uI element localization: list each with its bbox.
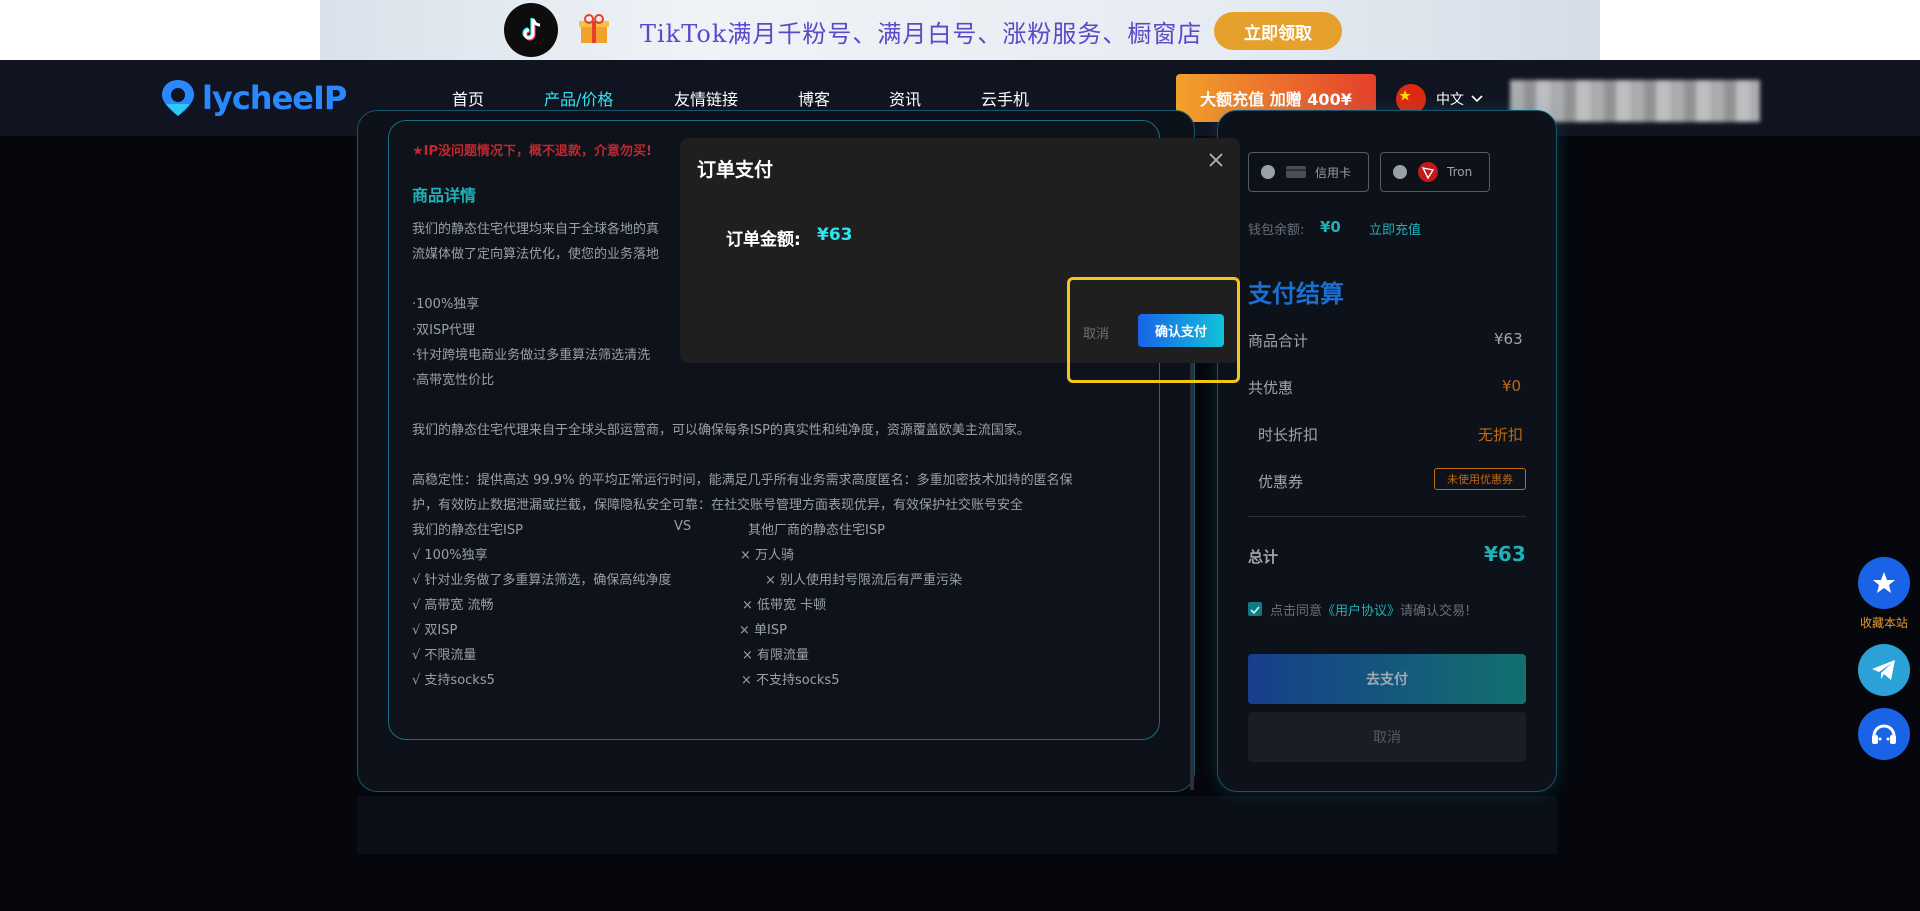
agree-suffix: 请确认交易! [1400, 604, 1471, 619]
total-label: 总计 [1248, 548, 1279, 566]
description-paragraph: 护，有效防止数据泄漏或拦截，保障隐私安全可靠：在社交账号管理方面表现优异，有效保… [412, 498, 1024, 513]
user-agreement-link[interactable]: 《用户协议》 [1322, 604, 1400, 619]
order-amount-label: 订单金额: [726, 230, 801, 250]
language-label: 中文 [1436, 92, 1464, 108]
pay-method-label: 信用卡 [1315, 165, 1352, 180]
pay-method-tron[interactable]: Tron [1380, 152, 1490, 192]
compare-right-item: × 不支持socks5 [741, 673, 840, 688]
compare-right-item: × 低带宽 卡顿 [742, 598, 827, 613]
compare-left-item: √ 支持socks5 [412, 673, 495, 688]
compare-left-item: √ 100%独享 [412, 548, 488, 563]
subtotal-label: 商品合计 [1248, 332, 1309, 350]
feature-item: ·双ISP代理 [412, 323, 476, 338]
top-banner[interactable]: TikTok满月千粉号、满月白号、涨粉服务、橱窗店 立即领取 [0, 0, 1920, 60]
compare-right-item: × 万人骑 [740, 548, 795, 563]
intro-line-1: 我们的静态住宅代理均来自于全球各地的真 [412, 222, 660, 237]
coupon-select-button[interactable]: 未使用优惠券 [1434, 468, 1526, 490]
compare-right-item: × 别人使用封号限流后有严重污染 [765, 573, 963, 588]
compare-left-item: √ 不限流量 [412, 648, 477, 663]
tiktok-icon [504, 3, 558, 57]
pay-method-label: Tron [1447, 165, 1473, 179]
description-paragraph: 我们的静态住宅代理来自于全球头部运营商，可以确保每条ISP的真实性和纯净度，资源… [412, 423, 1030, 438]
pay-method-credit-card[interactable]: 信用卡 [1248, 152, 1369, 192]
duration-discount-value: 无折扣 [1478, 426, 1524, 444]
compare-left-header: 我们的静态住宅ISP [412, 523, 523, 538]
total-value: ¥63 [1484, 542, 1526, 566]
wallet-label: 钱包余额: [1248, 223, 1305, 238]
claim-button[interactable]: 立即领取 [1214, 12, 1342, 50]
banner-text: TikTok满月千粉号、满月白号、涨粉服务、橱窗店 [640, 20, 1203, 48]
section-title-details: 商品详情 [412, 186, 477, 205]
compare-right-item: × 单ISP [739, 623, 787, 638]
customer-service-button[interactable] [1858, 708, 1910, 760]
compare-right-header: 其他厂商的静态住宅ISP [748, 523, 885, 538]
coupon-label: 优惠券 [1258, 473, 1304, 491]
telegram-icon [1872, 660, 1895, 680]
compare-left-item: √ 双ISP [412, 623, 458, 638]
nav-item-products[interactable]: 产品/价格 [544, 86, 613, 110]
nav-item-cloud-phone[interactable]: 云手机 [981, 86, 1029, 110]
intro-line-2: 流媒体做了定向算法优化，使您的业务落地 [412, 247, 660, 262]
logo-icon [162, 80, 194, 116]
agree-prefix: 点击同意 [1270, 604, 1323, 619]
refund-warning: ★IP没问题情况下，概不退款，介意勿买! [412, 144, 652, 159]
modal-title: 订单支付 [697, 159, 774, 181]
radio-icon [1393, 165, 1407, 179]
discount-value: ¥0 [1502, 377, 1522, 395]
site-logo[interactable]: lycheeIP [160, 78, 347, 118]
feature-item: ·100%独享 [412, 297, 480, 312]
description-paragraph: 高稳定性：提供高达 99.9% 的平均正常运行时间，能满足几乎所有业务需求高度匿… [412, 473, 1073, 488]
radio-icon [1261, 165, 1275, 179]
cancel-order-button[interactable]: 取消 [1248, 712, 1526, 762]
nav-item-blog[interactable]: 博客 [798, 86, 830, 110]
telegram-button[interactable] [1858, 644, 1910, 696]
payment-summary-title: 支付结算 [1248, 280, 1344, 308]
bookmark-button[interactable] [1858, 557, 1910, 609]
feature-item: ·高带宽性价比 [412, 373, 495, 388]
footer-strip [357, 796, 1557, 854]
tron-icon [1418, 162, 1438, 182]
credit-card-icon [1286, 166, 1306, 178]
compare-right-item: × 有限流量 [742, 648, 810, 663]
gift-icon [578, 14, 610, 44]
divider [1248, 516, 1526, 517]
go-pay-button[interactable]: 去支付 [1248, 654, 1526, 704]
agreement-text: 点击同意《用户协议》请确认交易! [1270, 600, 1470, 619]
compare-left-item: √ 高带宽 流畅 [412, 598, 494, 613]
headset-icon [1872, 724, 1896, 744]
checkmark-icon [1250, 606, 1260, 615]
logo-text: lycheeIP [202, 79, 347, 117]
nav-item-home[interactable]: 首页 [452, 86, 484, 110]
subtotal-value: ¥63 [1494, 330, 1523, 348]
recharge-link[interactable]: 立即充值 [1369, 219, 1421, 238]
duration-discount-label: 时长折扣 [1258, 426, 1319, 444]
agree-checkbox[interactable] [1248, 602, 1262, 616]
wallet-balance: ¥0 [1320, 218, 1341, 236]
compare-left-item: √ 针对业务做了多重算法筛选，确保高纯净度 [412, 573, 672, 588]
bookmark-label: 收藏本站 [1859, 616, 1908, 630]
compare-vs: VS [674, 519, 692, 534]
feature-item: ·针对跨境电商业务做过多重算法筛选清洗 [412, 348, 651, 363]
highlight-box [1067, 277, 1240, 383]
star-icon [1873, 572, 1895, 593]
nav-item-news[interactable]: 资讯 [889, 86, 921, 110]
order-amount-value: ¥63 [817, 225, 853, 245]
nav-item-links[interactable]: 友情链接 [674, 86, 738, 110]
discount-label: 共优惠 [1248, 379, 1294, 397]
close-icon[interactable] [1204, 148, 1228, 172]
chevron-down-icon [1471, 95, 1483, 103]
